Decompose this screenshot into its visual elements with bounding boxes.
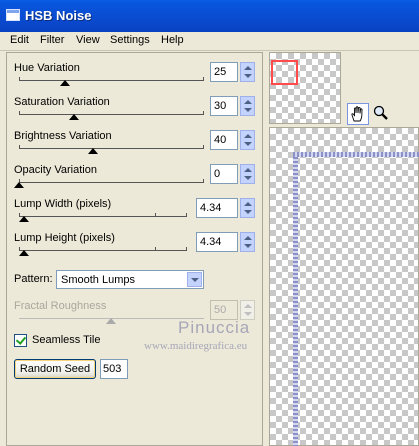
- zoom-tool-button[interactable]: [371, 103, 393, 125]
- saturation-variation-label: Saturation Variation: [14, 96, 110, 108]
- lump-height-label: Lump Height (pixels): [14, 232, 115, 244]
- hue-slider-thumb[interactable]: [60, 80, 70, 86]
- menu-view[interactable]: View: [76, 34, 100, 46]
- lump-height-slider-track[interactable]: [19, 250, 187, 251]
- opacity-variation-label: Opacity Variation: [14, 164, 97, 176]
- brightness-slider-track[interactable]: [19, 148, 204, 149]
- random-seed-button[interactable]: Random Seed: [14, 359, 96, 379]
- lump-width-slider-thumb[interactable]: [19, 216, 29, 222]
- saturation-spin-button[interactable]: [240, 96, 255, 116]
- fractal-roughness-value-input: 50: [210, 300, 238, 320]
- pattern-selected-value: Smooth Lumps: [61, 274, 135, 286]
- hand-pan-icon: [351, 106, 363, 122]
- slider-tick: [203, 111, 204, 114]
- menu-edit[interactable]: Edit: [10, 34, 29, 46]
- opacity-slider-thumb[interactable]: [14, 182, 24, 188]
- hue-spin-button[interactable]: [240, 62, 255, 82]
- watermark-name: Pinuccia: [178, 318, 251, 337]
- menu-separator: [0, 50, 419, 51]
- lump-width-slider-track[interactable]: [19, 216, 187, 217]
- app-window-icon: [6, 9, 20, 21]
- menu-bar: Edit Filter View Settings Help: [0, 32, 419, 50]
- menu-filter[interactable]: Filter: [40, 34, 64, 46]
- fractal-roughness-label: Fractal Roughness: [14, 300, 107, 312]
- lump-height-spin-button[interactable]: [240, 232, 255, 252]
- lump-width-label: Lump Width (pixels): [14, 198, 112, 210]
- saturation-value-input[interactable]: 30: [210, 96, 238, 116]
- slider-tick: [186, 247, 187, 250]
- slider-tick: [19, 111, 20, 114]
- pattern-select[interactable]: Smooth Lumps: [56, 270, 204, 289]
- fractal-roughness-slider-thumb: [106, 318, 116, 324]
- chevron-down-icon[interactable]: [187, 272, 202, 287]
- opacity-spin-button[interactable]: [240, 164, 255, 184]
- saturation-slider-track[interactable]: [19, 114, 204, 115]
- slider-tick: [155, 213, 156, 216]
- slider-tick: [19, 77, 20, 80]
- lump-width-value-input[interactable]: 4.34: [196, 198, 238, 218]
- slider-tick: [155, 247, 156, 250]
- seamless-tile-label: Seamless Tile: [32, 334, 101, 346]
- lump-height-slider-thumb[interactable]: [19, 250, 29, 256]
- pattern-label: Pattern:: [14, 273, 53, 285]
- preview-canvas[interactable]: [269, 127, 419, 446]
- brightness-variation-label: Brightness Variation: [14, 130, 112, 142]
- slider-tick: [19, 145, 20, 148]
- opacity-value-input[interactable]: 0: [210, 164, 238, 184]
- title-bar: HSB Noise: [0, 0, 419, 32]
- window-title: HSB Noise: [25, 8, 92, 23]
- hand-pan-tool-button[interactable]: [347, 103, 369, 125]
- saturation-slider-thumb[interactable]: [69, 114, 79, 120]
- lump-height-value-input[interactable]: 4.34: [196, 232, 238, 252]
- slider-tick: [203, 179, 204, 182]
- opacity-slider-track[interactable]: [19, 182, 204, 183]
- random-seed-input[interactable]: 503: [100, 359, 128, 379]
- watermark-url: www.maidiregrafica.eu: [144, 340, 248, 352]
- menu-help[interactable]: Help: [161, 34, 184, 46]
- navigator-view-rectangle[interactable]: [271, 60, 298, 85]
- hue-variation-label: Hue Variation: [14, 62, 80, 74]
- preview-border-top: [293, 152, 419, 157]
- slider-tick: [186, 213, 187, 216]
- menu-settings[interactable]: Settings: [110, 34, 150, 46]
- seamless-tile-checkbox[interactable]: [14, 334, 27, 347]
- brightness-value-input[interactable]: 40: [210, 130, 238, 150]
- slider-tick: [203, 77, 204, 80]
- fractal-roughness-spin-button: [240, 300, 255, 320]
- lump-width-spin-button[interactable]: [240, 198, 255, 218]
- brightness-spin-button[interactable]: [240, 130, 255, 150]
- magnifier-zoom-icon: [373, 105, 388, 120]
- slider-tick: [203, 145, 204, 148]
- hue-slider-track[interactable]: [19, 80, 204, 81]
- hue-value-input[interactable]: 25: [210, 62, 238, 82]
- preview-border-left: [293, 157, 298, 446]
- brightness-slider-thumb[interactable]: [88, 148, 98, 154]
